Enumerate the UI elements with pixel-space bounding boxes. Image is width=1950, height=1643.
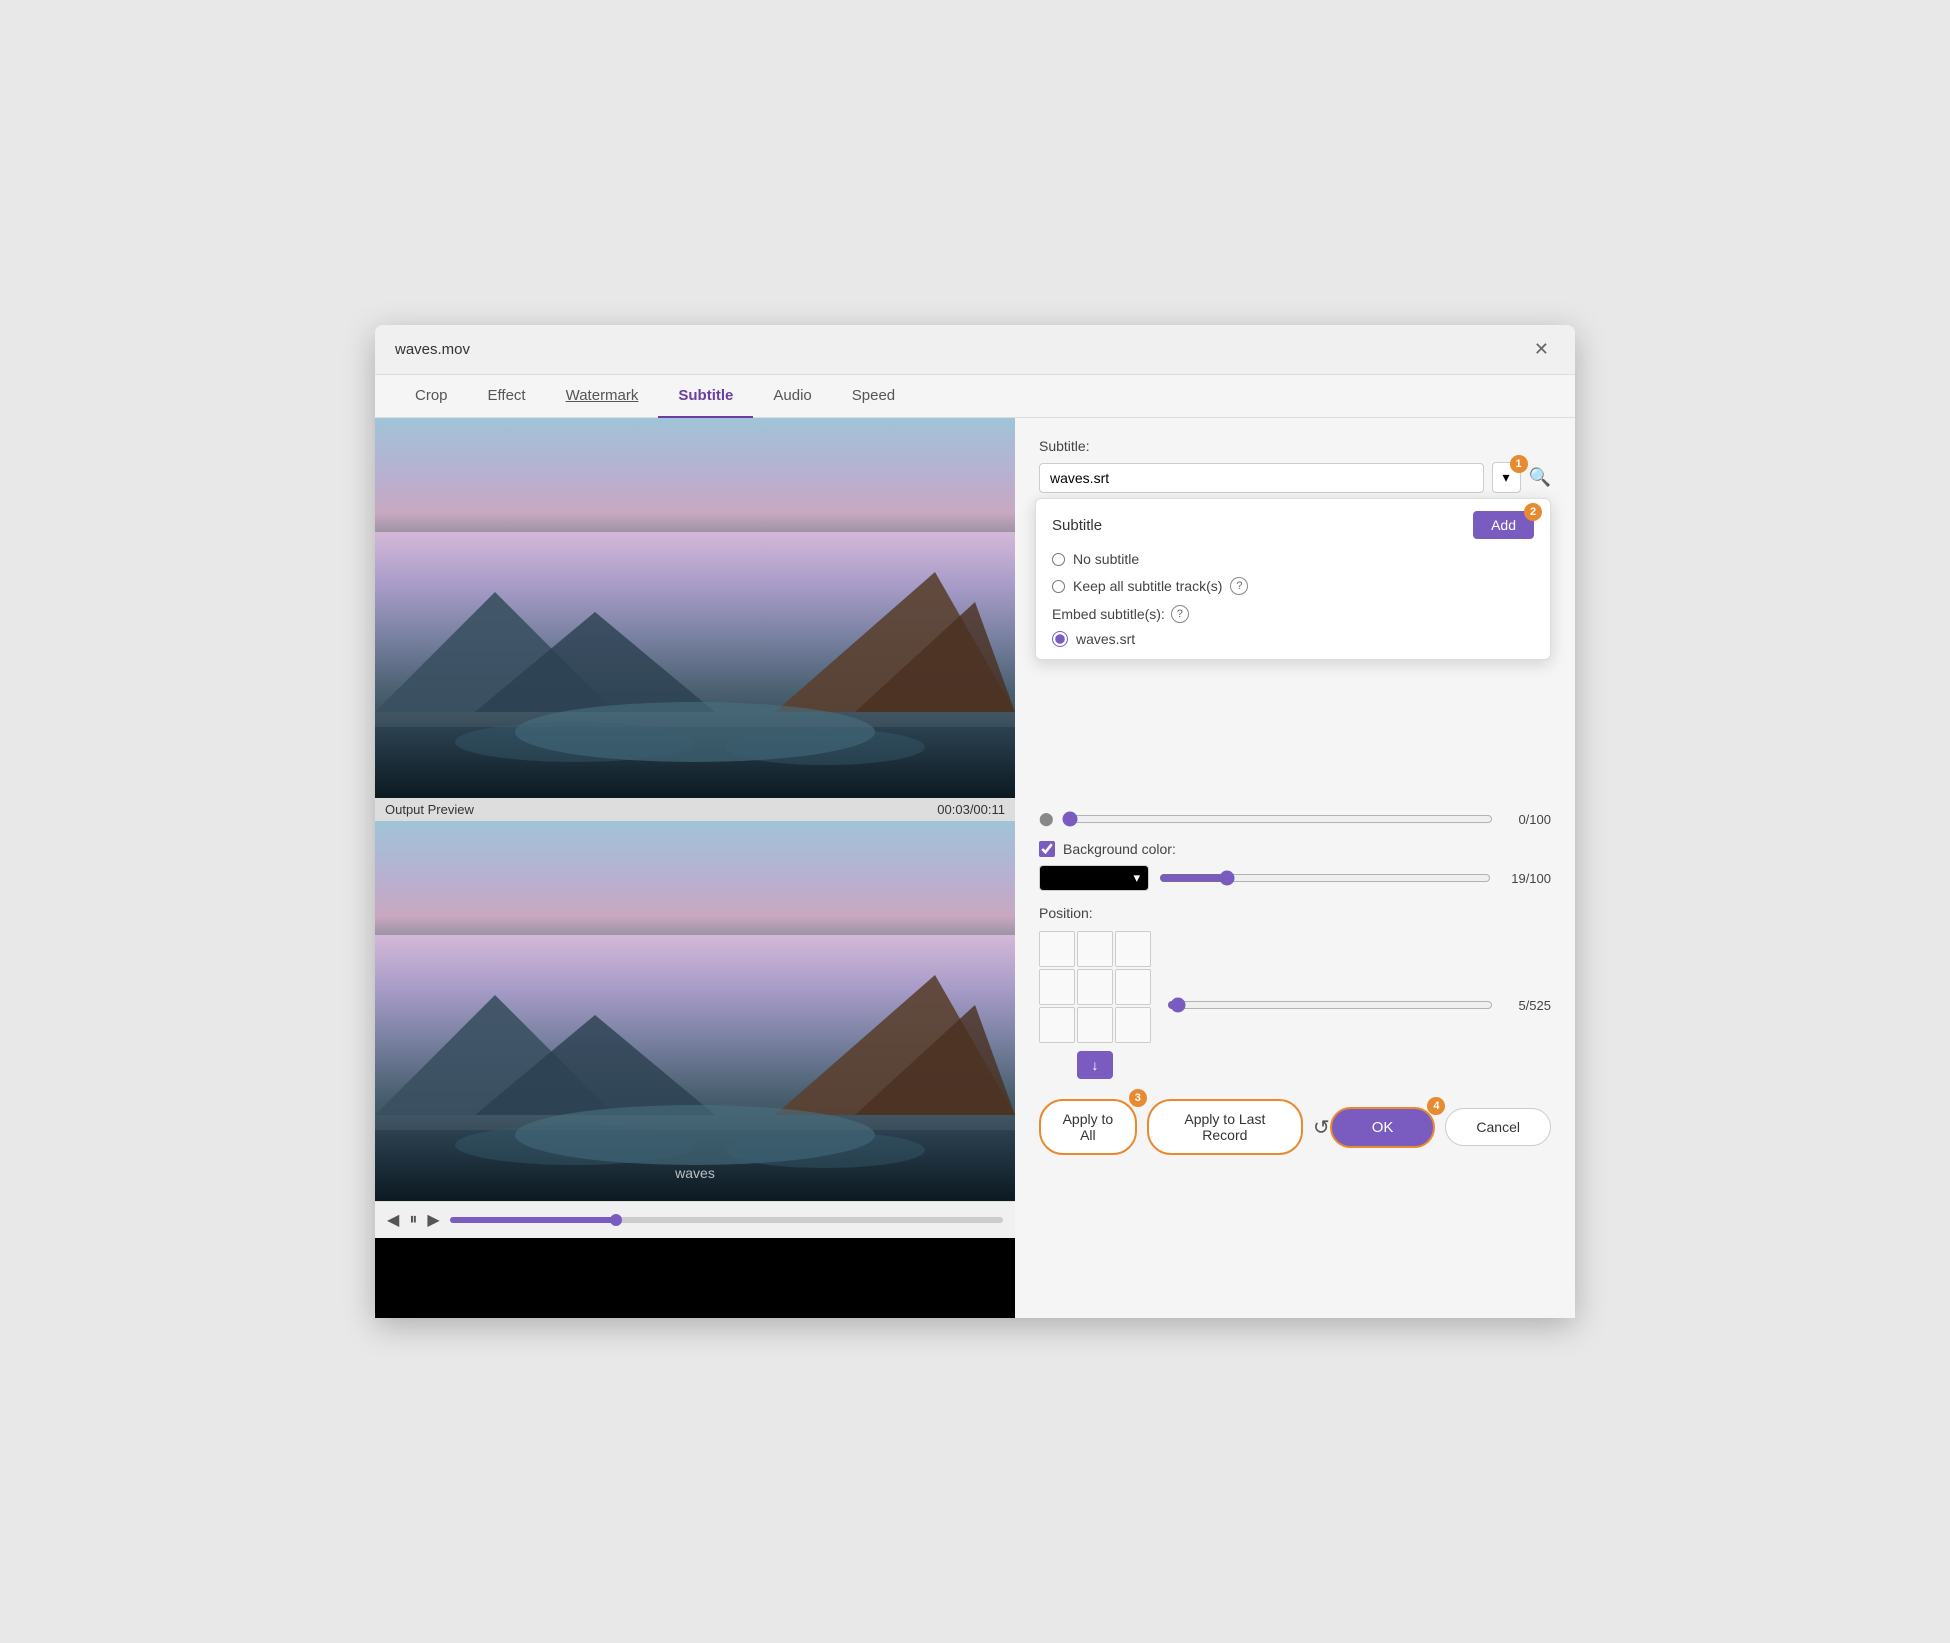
subtitle-input-row: ▾ 1 🔍 xyxy=(1039,462,1551,493)
subtitle-section-label: Subtitle: xyxy=(1039,438,1551,454)
embed-help-icon[interactable]: ? xyxy=(1171,605,1189,623)
apply-group: Apply to All 3 Apply to Last Record ↺ xyxy=(1039,1099,1330,1155)
waves-srt-radio[interactable] xyxy=(1052,631,1068,647)
pos-cell-tr[interactable] xyxy=(1115,931,1151,967)
pos-cell-br[interactable] xyxy=(1115,1007,1151,1043)
bg-color-dropdown[interactable]: ▾ xyxy=(1039,865,1149,891)
position-slider[interactable] xyxy=(1167,997,1493,1013)
keep-all-label: Keep all subtitle track(s) xyxy=(1073,578,1222,594)
dialog-title: waves.mov xyxy=(395,341,470,358)
embed-subtitle-label: Embed subtitle(s): ? xyxy=(1052,605,1534,623)
close-button[interactable]: ✕ xyxy=(1528,337,1555,362)
keep-all-help-icon[interactable]: ? xyxy=(1230,577,1248,595)
opacity-slider-row: ⬤ 0/100 xyxy=(1039,811,1551,827)
tab-bar: Crop Effect Watermark Subtitle Audio Spe… xyxy=(375,375,1575,418)
dropdown-header: Subtitle Add 2 xyxy=(1052,511,1534,539)
reset-button[interactable]: ↺ xyxy=(1313,1115,1330,1140)
add-badge: 2 xyxy=(1524,503,1542,521)
bottom-buttons: Apply to All 3 Apply to Last Record ↺ OK… xyxy=(1039,1099,1551,1155)
output-preview-label: Output Preview xyxy=(385,802,474,817)
keep-all-radio[interactable] xyxy=(1052,580,1065,593)
next-button[interactable]: ▶ xyxy=(427,1210,439,1230)
tab-speed[interactable]: Speed xyxy=(832,375,915,418)
progress-thumb xyxy=(610,1214,622,1226)
position-section: ↓ 5/525 xyxy=(1039,931,1551,1079)
pause-button[interactable]: ⏸ xyxy=(409,1211,417,1229)
timestamp: 00:03/00:11 xyxy=(937,802,1005,817)
ok-badge: 4 xyxy=(1427,1097,1445,1115)
apply-to-last-record-button[interactable]: Apply to Last Record xyxy=(1147,1099,1303,1155)
progress-fill xyxy=(450,1217,616,1223)
progress-bar[interactable] xyxy=(450,1217,1003,1223)
main-dialog: waves.mov ✕ Crop Effect Watermark Subtit… xyxy=(375,325,1575,1318)
subtitle-dropdown-button[interactable]: ▾ 1 xyxy=(1492,462,1521,493)
ok-button[interactable]: OK xyxy=(1330,1107,1436,1148)
ok-cancel-group: OK 4 Cancel xyxy=(1330,1107,1551,1148)
position-value: 5/525 xyxy=(1501,998,1551,1013)
title-bar: waves.mov ✕ xyxy=(375,325,1575,375)
no-subtitle-option[interactable]: No subtitle xyxy=(1052,551,1534,567)
search-button[interactable]: 🔍 xyxy=(1529,467,1551,488)
pos-cell-ml[interactable] xyxy=(1039,969,1075,1005)
tab-effect[interactable]: Effect xyxy=(468,375,546,418)
apply-to-all-button[interactable]: Apply to All xyxy=(1039,1099,1137,1155)
position-slider-row: 5/525 xyxy=(1167,997,1551,1013)
opacity-circle-icon: ⬤ xyxy=(1039,811,1054,827)
tab-subtitle[interactable]: Subtitle xyxy=(658,375,753,418)
waves-srt-option[interactable]: waves.srt xyxy=(1052,631,1534,647)
pos-cell-tl[interactable] xyxy=(1039,931,1075,967)
left-panel: Output Preview 00:03/00:11 xyxy=(375,418,1015,1318)
video-preview-bottom: waves xyxy=(375,821,1015,1201)
pos-cell-tc[interactable] xyxy=(1077,931,1113,967)
pos-cell-mc[interactable] xyxy=(1077,969,1113,1005)
dropdown-title: Subtitle xyxy=(1052,517,1102,534)
embed-label-text: Embed subtitle(s): xyxy=(1052,606,1165,622)
pos-cell-bc[interactable] xyxy=(1077,1007,1113,1043)
opacity-value: 0/100 xyxy=(1501,812,1551,827)
watermark-text: waves xyxy=(675,1165,715,1181)
content-area: Output Preview 00:03/00:11 xyxy=(375,418,1575,1318)
bg-color-checkbox-row: Background color: xyxy=(1039,841,1551,857)
bg-color-checkbox[interactable] xyxy=(1039,841,1055,857)
pos-cell-bl[interactable] xyxy=(1039,1007,1075,1043)
playback-bar: ◀ ⏸ ▶ xyxy=(375,1201,1015,1238)
pos-cell-mr[interactable] xyxy=(1115,969,1151,1005)
tab-audio[interactable]: Audio xyxy=(753,375,831,418)
keep-all-option[interactable]: Keep all subtitle track(s) ? xyxy=(1052,577,1534,595)
subtitle-input[interactable] xyxy=(1039,463,1484,493)
bg-opacity-slider[interactable] xyxy=(1159,870,1491,886)
waves-srt-label: waves.srt xyxy=(1076,631,1135,647)
position-grid xyxy=(1039,931,1151,1043)
right-panel: Subtitle: ▾ 1 🔍 Subtitle Add 2 xyxy=(1015,418,1575,1318)
preview-label-bar: Output Preview 00:03/00:11 xyxy=(375,798,1015,821)
cancel-button[interactable]: Cancel xyxy=(1445,1108,1551,1146)
apply-badge: 3 xyxy=(1129,1089,1147,1107)
bg-dropdown-arrow: ▾ xyxy=(1133,870,1140,886)
dropdown-badge: 1 xyxy=(1510,455,1528,473)
bg-color-label: Background color: xyxy=(1063,841,1176,857)
subtitle-dropdown-popup: Subtitle Add 2 No subtitle Keep all subt… xyxy=(1035,498,1551,660)
position-grid-container: ↓ xyxy=(1039,931,1151,1079)
position-section-label: Position: xyxy=(1039,905,1551,921)
no-subtitle-label: No subtitle xyxy=(1073,551,1139,567)
bg-color-swatch xyxy=(1048,870,1127,886)
tab-watermark[interactable]: Watermark xyxy=(546,375,659,418)
prev-button[interactable]: ◀ xyxy=(387,1210,399,1230)
tab-crop[interactable]: Crop xyxy=(395,375,468,418)
video-preview-top xyxy=(375,418,1015,798)
bg-opacity-value: 19/100 xyxy=(1501,871,1551,886)
bg-color-controls: ▾ 19/100 xyxy=(1039,865,1551,891)
position-down-arrow[interactable]: ↓ xyxy=(1077,1051,1113,1079)
no-subtitle-radio[interactable] xyxy=(1052,553,1065,566)
opacity-slider[interactable] xyxy=(1062,811,1493,827)
